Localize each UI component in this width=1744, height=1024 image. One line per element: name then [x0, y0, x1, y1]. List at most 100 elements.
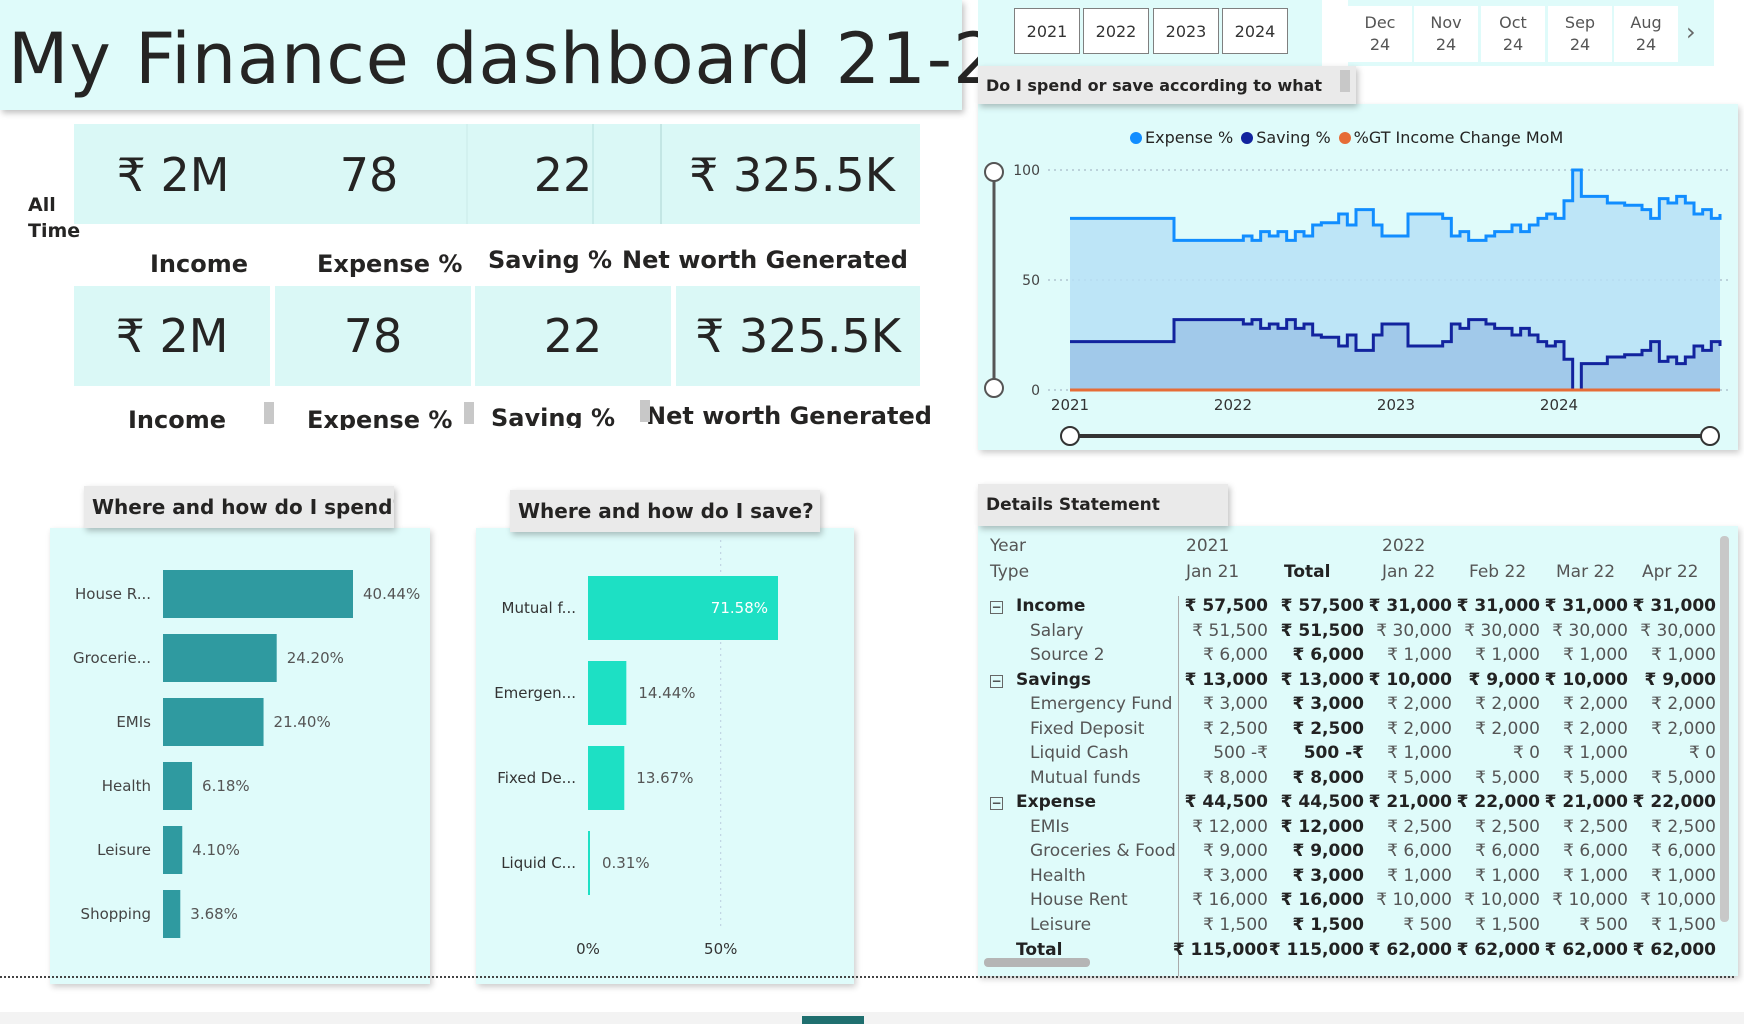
month-name: Aug [1630, 13, 1662, 32]
row-label: Total [1016, 940, 1063, 960]
x-tick-label: 2022 [1214, 396, 1252, 414]
table-row[interactable]: − Savings ₹ 13,000 ₹ 13,000 ₹ 10,000 ₹ 9,000 ₹… [978, 670, 1738, 694]
table-cell: ₹ 5,000 [1651, 767, 1716, 788]
row-label: Leisure [1030, 914, 1092, 935]
table-cell: ₹ 1,000 [1475, 865, 1540, 886]
year-header-label: Year [990, 536, 1026, 556]
table-cell: ₹ 2,000 [1563, 718, 1628, 739]
row-label: Emergency Fund [1030, 694, 1173, 714]
table-cell: ₹ 2,000 [1651, 718, 1716, 739]
table-cell: ₹ 2,000 [1651, 694, 1716, 714]
type-header-label: Type [990, 562, 1030, 582]
drag-handle[interactable] [264, 402, 274, 424]
x-tick-label: 50% [704, 940, 737, 958]
kpi-income-card: ₹ 2M [74, 286, 270, 386]
collapse-icon[interactable]: − [990, 797, 1003, 810]
month-name: Oct [1499, 13, 1527, 32]
line-chart[interactable]: 0 50 100 2021 2022 2023 2024 [978, 150, 1738, 450]
month-button-sep[interactable]: Sep 24 [1548, 6, 1612, 62]
category-label: Fixed De... [497, 769, 576, 787]
table-cell: ₹ 115,000 [1268, 940, 1364, 960]
save-bar-chart[interactable]: Mutual f... 71.58% Emergen... 14.44% Fixed D… [476, 540, 854, 970]
collapse-icon[interactable]: − [990, 674, 1003, 688]
table-cell: ₹ 44,500 [1280, 792, 1364, 812]
table-cell: ₹ 31,000 [1456, 596, 1540, 616]
spend-bar-chart[interactable]: House R... 40.44% Grocerie... 24.20% EMIs 21.… [50, 540, 430, 960]
row-label: Liquid Cash [1030, 743, 1129, 763]
table-cell: ₹ 8,000 [1292, 767, 1364, 788]
table-cell: ₹ 6,000 [1292, 645, 1364, 665]
chevron-right-icon[interactable]: › [1686, 18, 1696, 46]
month-button-aug[interactable]: Aug 24 [1614, 6, 1678, 62]
table-cell: ₹ 62,000 [1456, 940, 1540, 960]
table-cell: ₹ 10,000 [1464, 890, 1540, 910]
table-cell: ₹ 30,000 [1464, 620, 1540, 641]
month-year: 24 [1502, 35, 1524, 54]
month-year: 24 [1635, 35, 1657, 54]
row-label: Mutual funds [1030, 767, 1141, 788]
month-year: 24 [1569, 35, 1591, 54]
collapse-icon[interactable]: − [990, 601, 1003, 614]
month-button-nov[interactable]: Nov 24 [1414, 6, 1478, 62]
page-tab-active[interactable] [802, 1016, 864, 1024]
table-cell: ₹ 0 [1688, 743, 1716, 763]
kpi-saving-label-2: Saving % [491, 404, 616, 428]
table-row[interactable]: − Income ₹ 57,500 ₹ 57,500 ₹ 31,000 ₹ 31,000 ₹… [978, 596, 1738, 620]
y-tick-label: 50 [1022, 273, 1040, 289]
bar [163, 762, 193, 810]
table-cell: ₹ 16,000 [1280, 890, 1364, 910]
bar [163, 634, 277, 682]
kpi-income-value: ₹ 2M [116, 148, 230, 202]
title-scroll-thumb[interactable] [1340, 70, 1350, 92]
x-tick-label: 2024 [1540, 396, 1578, 414]
kpi-income-label: Income [150, 250, 249, 278]
year-button-2024[interactable]: 2024 [1222, 8, 1288, 54]
data-label: 14.44% [638, 684, 695, 702]
legend-dot [1338, 132, 1351, 144]
table-cell: ₹ 2,500 [1292, 718, 1364, 739]
year-button-2023[interactable]: 2023 [1153, 8, 1219, 54]
table-row[interactable]: − Expense ₹ 44,500 ₹ 44,500 ₹ 21,000 ₹ 22,000… [978, 792, 1738, 816]
year-button-2021[interactable]: 2021 [1014, 8, 1080, 54]
table-cell: 500 -₹ [1213, 743, 1268, 763]
table-cell: ₹ 31,000 [1632, 596, 1716, 616]
table-cell: ₹ 31,000 [1544, 596, 1628, 616]
year-button-2022[interactable]: 2022 [1083, 8, 1149, 54]
table-cell: ₹ 6,000 [1203, 645, 1268, 665]
bar [588, 661, 627, 725]
kpi-expense-value: 78 [339, 148, 399, 202]
category-label: Mutual f... [502, 599, 576, 617]
kpi-saving-card: 22 [475, 286, 671, 386]
table-cell: ₹ 2,500 [1651, 816, 1716, 837]
row-label: Expense [1016, 792, 1097, 812]
kpi-saving-value: 22 [533, 148, 593, 202]
table-vscrollbar[interactable] [1720, 536, 1729, 922]
table-cell: ₹ 30,000 [1640, 620, 1716, 641]
table-cell: ₹ 8,000 [1203, 767, 1268, 788]
data-label: 24.20% [287, 649, 344, 667]
y-range-handle [984, 378, 1004, 398]
table-cell: ₹ 1,000 [1387, 645, 1452, 665]
month-button-dec[interactable]: Dec 24 [1348, 6, 1412, 62]
table-cell: ₹ 9,000 [1468, 669, 1540, 690]
table-cell: ₹ 6,000 [1563, 841, 1628, 861]
data-label: 71.58% [711, 599, 768, 617]
table-cell: ₹ 1,000 [1651, 645, 1716, 665]
drag-handle[interactable] [640, 400, 650, 422]
table-cell: ₹ 1,000 [1563, 743, 1628, 763]
table-cell: ₹ 5,000 [1475, 767, 1540, 788]
spend-chart-title: Where and how do I spend? [84, 486, 394, 528]
table-cell: ₹ 3,000 [1292, 865, 1364, 886]
month-button-oct[interactable]: Oct 24 [1481, 6, 1545, 62]
table-cell: ₹ 10,000 [1368, 669, 1452, 690]
drag-handle[interactable] [464, 402, 474, 424]
table-cell: ₹ 22,000 [1456, 792, 1540, 812]
table-cell: ₹ 5,000 [1563, 767, 1628, 788]
category-label: House R... [75, 585, 151, 603]
column-header: Mar 22 [1556, 562, 1616, 582]
table-hscrollbar[interactable] [984, 958, 1090, 967]
legend-label: %GT Income Change MoM [1353, 128, 1564, 147]
table-cell: 500 -₹ [1303, 743, 1364, 763]
year-header-2022: 2022 [1382, 536, 1426, 556]
table-cell: ₹ 2,000 [1387, 718, 1452, 739]
